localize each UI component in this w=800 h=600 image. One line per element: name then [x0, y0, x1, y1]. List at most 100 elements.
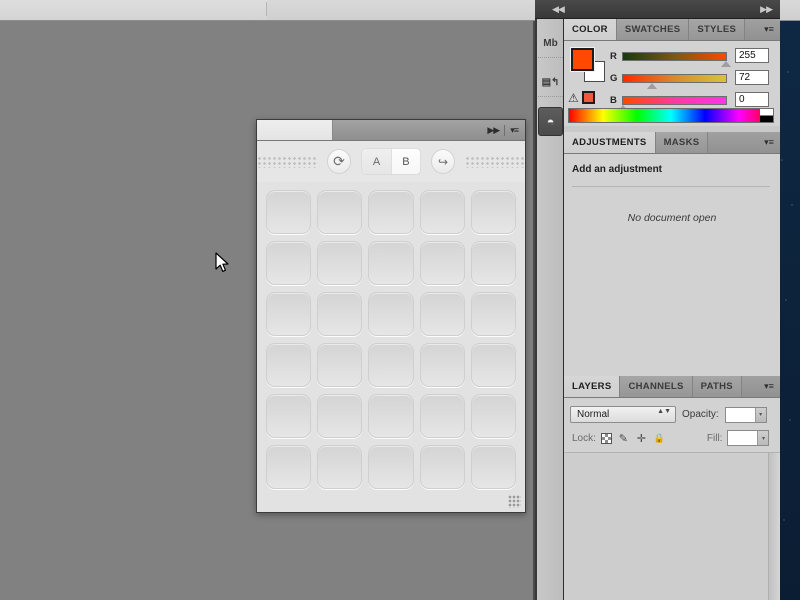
lock-transparent-pixels-icon[interactable] — [601, 433, 612, 444]
grid-cell[interactable] — [471, 190, 516, 234]
rail-item-adjustments[interactable]: ◓ — [538, 107, 563, 136]
lock-all-icon[interactable]: 🔒 — [653, 432, 666, 445]
grid-cell[interactable] — [317, 190, 362, 234]
grid-cell[interactable] — [471, 241, 516, 285]
export-icon[interactable]: ↪ — [431, 149, 455, 174]
lock-position-icon[interactable]: ✛ — [635, 432, 648, 445]
adjustments-panel-menu-icon[interactable]: ▾≡ — [758, 132, 780, 153]
lock-row: Lock: ✎ ✛ 🔒 Fill: ▾ — [572, 430, 772, 446]
grid-cell[interactable] — [317, 445, 362, 489]
grid-cell[interactable] — [266, 292, 311, 336]
dock-title-bar[interactable]: ◀◀ ▶▶ — [535, 0, 780, 19]
dock-icon-rail: Mb ▤↰ ◓ — [535, 19, 564, 600]
floating-panel-toolbar: ⟳ A B ↪ — [257, 141, 525, 182]
ab-segmented-control[interactable]: A B — [361, 148, 421, 175]
grid-cell[interactable] — [420, 445, 465, 489]
grid-cell[interactable] — [471, 394, 516, 438]
grid-cell[interactable] — [266, 190, 311, 234]
opacity-caret-icon[interactable]: ▾ — [755, 408, 766, 422]
color-panel-menu-icon[interactable]: ▾≡ — [758, 19, 780, 40]
out-of-gamut-swatch[interactable] — [582, 91, 595, 104]
grid-cell[interactable] — [266, 343, 311, 387]
layers-panel-tabs: LAYERS CHANNELS PATHS ▾≡ — [564, 376, 780, 398]
tab-paths-label: PATHS — [701, 381, 733, 392]
floating-panel-tab[interactable] — [257, 120, 333, 140]
adjustments-panel-group: ADJUSTMENTS MASKS ▾≡ Add an adjustment N… — [564, 132, 780, 398]
foreground-color-swatch[interactable] — [571, 48, 594, 71]
segment-b-button[interactable]: B — [391, 149, 420, 174]
grid-cell[interactable] — [420, 394, 465, 438]
rail-item-mini-bridge[interactable]: Mb — [538, 29, 563, 58]
blend-mode-stepper-icon[interactable]: ▲▼ — [657, 409, 671, 415]
gamut-warning-row[interactable]: ⚠ — [568, 91, 595, 104]
foreground-background-swatches — [571, 48, 605, 82]
color-panel-tabs: COLOR SWATCHES STYLES ▾≡ — [564, 19, 780, 41]
resize-grip[interactable] — [508, 495, 521, 508]
grid-cell[interactable] — [317, 394, 362, 438]
layers-panel-menu-icon[interactable]: ▾≡ — [758, 376, 780, 397]
fill-caret-icon[interactable]: ▾ — [757, 431, 768, 445]
grid-cell[interactable] — [266, 394, 311, 438]
value-field-b[interactable]: 0 — [735, 92, 769, 107]
grid-cell[interactable] — [471, 292, 516, 336]
grid-cell[interactable] — [317, 241, 362, 285]
grid-cell[interactable] — [317, 343, 362, 387]
tab-layers[interactable]: LAYERS — [564, 376, 620, 397]
floating-panel[interactable]: ▶▶ ▾≡ ⟳ A B ↪ — [256, 119, 526, 513]
slider-thumb-r[interactable] — [721, 61, 731, 67]
grid-cell[interactable] — [368, 445, 413, 489]
grid-cell[interactable] — [420, 190, 465, 234]
tab-styles[interactable]: STYLES — [689, 19, 745, 40]
rail-item-history-actions[interactable]: ▤↰ — [538, 68, 563, 97]
grid-cell[interactable] — [368, 343, 413, 387]
toolbar-right-perforation — [465, 156, 525, 168]
tab-color[interactable]: COLOR — [564, 19, 617, 40]
grid-cell[interactable] — [368, 241, 413, 285]
grid-cell[interactable] — [368, 394, 413, 438]
slider-track-g[interactable] — [622, 74, 727, 83]
segment-a-button[interactable]: A — [362, 149, 391, 174]
grid-cell[interactable] — [266, 241, 311, 285]
grid-cell[interactable] — [420, 292, 465, 336]
slider-track-r[interactable] — [622, 52, 727, 61]
grid-cell[interactable] — [266, 445, 311, 489]
grid-cell[interactable] — [368, 190, 413, 234]
tab-paths[interactable]: PATHS — [693, 376, 742, 397]
menu-bar-separator — [266, 2, 267, 16]
tab-adjustments[interactable]: ADJUSTMENTS — [564, 132, 656, 153]
layers-list[interactable] — [564, 453, 780, 600]
refresh-icon[interactable]: ⟳ — [327, 149, 351, 174]
blend-mode-select[interactable]: Normal ▲▼ — [570, 406, 676, 423]
adjustments-panel-body: Add an adjustment No document open — [564, 154, 780, 398]
grid-cell[interactable] — [317, 292, 362, 336]
slider-track-b[interactable] — [622, 96, 727, 105]
layers-scrollbar[interactable] — [768, 453, 780, 600]
layers-panel-group: LAYERS CHANNELS PATHS ▾≡ Normal — [564, 376, 780, 600]
mouse-cursor — [215, 252, 231, 274]
floating-panel-tab-bar[interactable]: ▶▶ ▾≡ — [257, 120, 525, 141]
lock-image-pixels-icon[interactable]: ✎ — [617, 432, 630, 445]
tab-masks[interactable]: MASKS — [656, 132, 709, 153]
dock-panel-stack: COLOR SWATCHES STYLES ▾≡ — [564, 19, 780, 600]
grid-cell[interactable] — [471, 343, 516, 387]
fill-input[interactable]: ▾ — [727, 430, 769, 446]
grid-cell[interactable] — [368, 292, 413, 336]
floating-panel-menu-icon[interactable]: ▾≡ — [510, 125, 518, 136]
collapse-right-icon[interactable]: ▶▶ — [760, 4, 772, 15]
slider-thumb-g[interactable] — [647, 83, 657, 89]
grid-cell[interactable] — [420, 343, 465, 387]
color-panel-group: COLOR SWATCHES STYLES ▾≡ — [564, 19, 780, 126]
grid-cell[interactable] — [420, 241, 465, 285]
color-spectrum-ramp[interactable] — [568, 108, 774, 123]
tab-color-label: COLOR — [572, 24, 608, 35]
blend-and-opacity-row: Normal ▲▼ Opacity: ▾ — [570, 406, 767, 423]
grid-cell[interactable] — [471, 445, 516, 489]
collapse-left-icon[interactable]: ◀◀ — [552, 4, 564, 15]
opacity-input[interactable]: ▾ — [725, 407, 767, 423]
value-field-g[interactable]: 72 — [735, 70, 769, 85]
floating-panel-controls: ▶▶ ▾≡ — [473, 120, 525, 140]
floating-panel-collapse-icon[interactable]: ▶▶ — [487, 125, 499, 136]
value-field-r[interactable]: 255 — [735, 48, 769, 63]
tab-channels[interactable]: CHANNELS — [620, 376, 692, 397]
tab-swatches[interactable]: SWATCHES — [617, 19, 690, 40]
